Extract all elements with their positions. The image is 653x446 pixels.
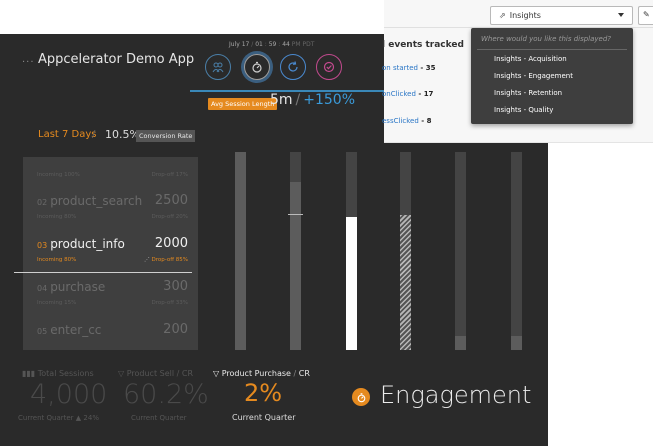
menu-item-acquisition[interactable]: Insights - Acquisition [494, 55, 567, 63]
funnel-dropoff: Drop-off 33% [151, 300, 188, 306]
funnel-bar-1 [235, 152, 246, 350]
total-sessions-sub: Current Quarter ▲ 24% [18, 414, 99, 422]
users-icon [212, 62, 224, 73]
funnel-step-count: 2500 [154, 193, 188, 208]
funnel-incoming: Incoming 80% [37, 257, 77, 263]
product-sell-label: ▽ Product Sell / CR [118, 369, 194, 378]
external-link-icon: ⇗ [499, 11, 506, 20]
funnel-step-count: 2000 [154, 236, 188, 251]
insights-dropdown-menu: Where would you like this displayed? Ins… [471, 28, 633, 124]
date-range-selector[interactable]: Last 7 Days [38, 129, 97, 140]
date-time-row: July 17 / 01 : 59 : 44 PM PDT [229, 41, 315, 48]
funnel-incoming: Incoming 15% [37, 300, 77, 306]
product-sell-value: 60.2% [123, 379, 209, 410]
funnel-bar-fill [511, 336, 522, 350]
funnel-dropoff: Drop-off 17% [151, 172, 188, 178]
insights-dropdown-label: Insights [509, 11, 541, 20]
funnel-bar-3 [346, 152, 357, 350]
product-sell-sub: Current Quarter [131, 414, 187, 422]
stopwatch-icon [252, 61, 262, 73]
funnel-icon: ▽ [213, 369, 222, 378]
product-purchase-label: ▽ Product Purchase / CR [213, 369, 310, 378]
funnel-selection-line [14, 272, 192, 273]
app-title: Appcelerator Demo App [38, 52, 195, 67]
funnel-bar-fill [400, 215, 411, 350]
avg-session-value: 5m / +150% [270, 92, 355, 108]
product-purchase-value: 2% [244, 379, 283, 407]
funnel-bar-2 [288, 152, 303, 350]
quality-circle-button[interactable] [316, 54, 342, 80]
screen: ··· Appcelerator Demo App July 17 / 01 :… [0, 0, 653, 446]
funnel-incoming: Incoming 100% [37, 172, 80, 178]
session-value: 5m [270, 92, 293, 108]
retention-circle-button[interactable] [280, 54, 306, 80]
funnel-bar-fill [235, 152, 246, 350]
bar-chart-icon: ▮▮▮ [22, 369, 38, 378]
funnel-step-name: 05 enter_cc [37, 323, 102, 337]
funnel-dropoff: Drop-off 20% [151, 214, 188, 220]
funnel-dropoff: ⋰ Drop-off 85% [144, 257, 188, 263]
dropdown-divider [477, 49, 627, 50]
funnel-step-count: 200 [163, 322, 188, 337]
funnel-bar-fill [455, 336, 466, 350]
funnel-step-name: 03 product_info [37, 237, 125, 251]
menu-item-quality[interactable]: Insights - Quality [494, 106, 553, 114]
menu-item-retention[interactable]: Insights - Retention [494, 89, 562, 97]
avg-session-badge: Avg Session Length [208, 98, 278, 110]
edit-button[interactable]: ✎ [638, 6, 653, 25]
funnel-step-name: 04 purchase [37, 280, 106, 294]
time-minutes: 59 [268, 41, 277, 48]
total-sessions-value: 4,000 [30, 379, 108, 410]
event-item[interactable]: on started - 35 [382, 64, 436, 72]
event-item[interactable]: onClicked - 17 [382, 90, 433, 98]
insights-dropdown-button[interactable]: ⇗ Insights [490, 6, 633, 25]
conversion-rate-value: 10.5% [105, 128, 140, 141]
time-suffix: PM PDT [291, 41, 315, 48]
funnel-bar-fill [290, 182, 301, 350]
product-purchase-sub: Current Quarter [232, 413, 296, 422]
edit-icon: ✎ [643, 10, 650, 19]
time-hours: 01 [255, 41, 263, 48]
menu-item-engagement[interactable]: Insights - Engagement [494, 72, 573, 80]
funnel-icon: ▽ [118, 369, 127, 378]
engagement-circle-button[interactable] [244, 54, 270, 80]
caret-down-icon [618, 13, 624, 17]
event-item[interactable]: essClicked - 8 [382, 117, 431, 125]
funnel-bar-marker [288, 214, 303, 215]
engagement-title: Engagement [380, 381, 532, 409]
dropdown-placeholder: Where would you like this displayed? [481, 35, 612, 43]
dropoff-stripe-icon: ⋰ [144, 257, 152, 263]
date-text: July 17 [229, 41, 250, 48]
conversion-rate-badge: Conversion Rate [136, 130, 196, 142]
refresh-icon [288, 61, 298, 72]
funnel-bar-4 [400, 152, 411, 350]
total-sessions-label: ▮▮▮ Total Sessions [22, 369, 94, 378]
session-change: +150% [303, 92, 356, 108]
funnel-panel: Incoming 100% Drop-off 17% 02 product_sea… [23, 157, 198, 350]
funnel-bar-5 [455, 152, 466, 350]
funnel-bar-fill [346, 217, 357, 350]
app-menu-icon[interactable]: ··· [22, 57, 35, 68]
funnel-step-name: 02 product_search [37, 194, 143, 208]
funnel-step-count: 300 [163, 279, 188, 294]
funnel-bar-6 [511, 152, 522, 350]
funnel-incoming: Incoming 80% [37, 214, 77, 220]
time-seconds: 44 [282, 41, 290, 48]
events-tracked-title: l events tracked [382, 40, 464, 50]
check-circle-icon [323, 61, 335, 73]
engagement-icon [352, 388, 370, 406]
acquisition-circle-button[interactable] [205, 54, 231, 80]
range-separator: / [92, 129, 96, 140]
session-separator: / [295, 92, 301, 108]
